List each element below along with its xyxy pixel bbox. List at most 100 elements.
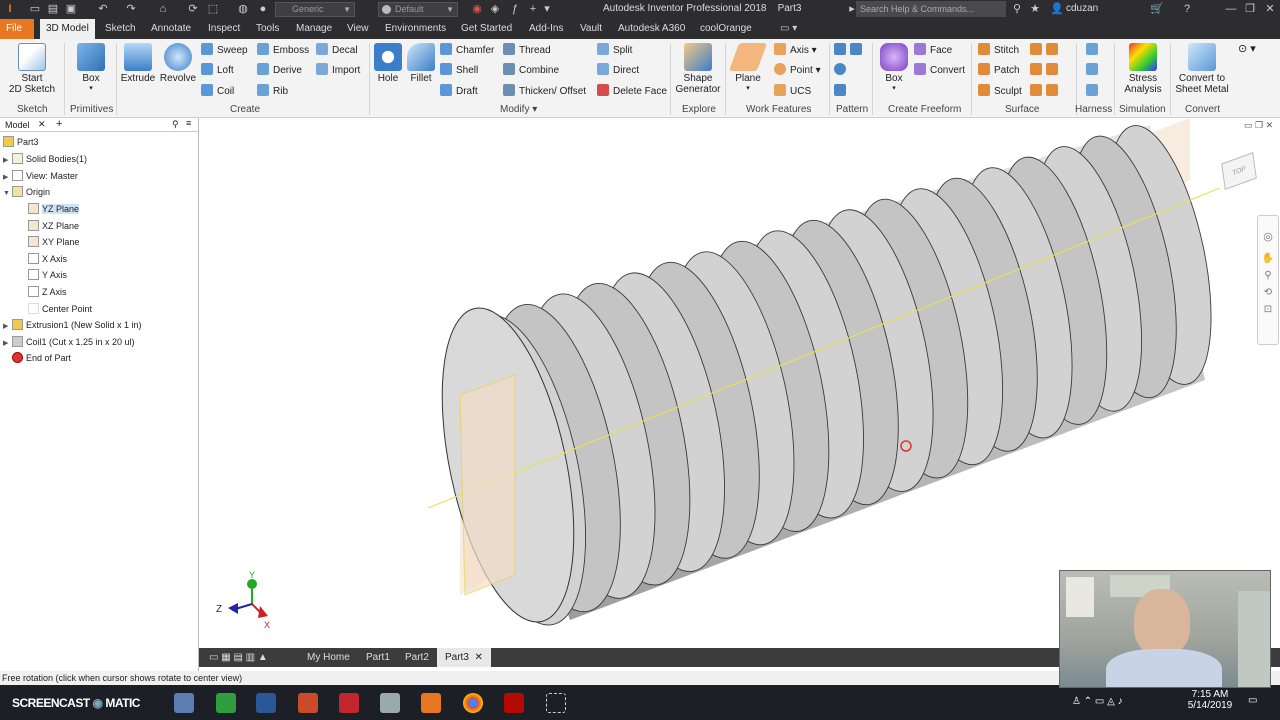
undo-icon[interactable]: ↶ <box>96 2 110 16</box>
open-icon[interactable]: ▤ <box>46 2 60 16</box>
ucs-button[interactable]: UCS <box>774 84 811 100</box>
save-icon[interactable]: ▣ <box>64 2 78 16</box>
appearance-icon[interactable]: ● <box>256 2 270 16</box>
direct-button[interactable]: Direct <box>597 63 639 79</box>
select-icon[interactable]: ⬚ <box>206 2 220 16</box>
tree-item-xy-plane[interactable]: XY Plane <box>28 234 79 250</box>
expand-arrow-icon[interactable]: ▶ <box>3 153 12 169</box>
surface-tools-button[interactable] <box>1030 43 1062 59</box>
close-icon[interactable]: ✕ <box>1263 2 1277 16</box>
taskbar-acrobat-icon[interactable] <box>504 693 524 713</box>
taskbar-snipping-icon[interactable] <box>546 693 566 713</box>
tile-layout-icon[interactable]: ▭ ▦ ▤ ▥ ▲ <box>201 648 276 667</box>
help-icon[interactable]: ? <box>1180 2 1194 16</box>
favorites-star-icon[interactable]: ★ <box>1028 2 1042 16</box>
stress-analysis-button[interactable]: Stress Analysis <box>1120 43 1166 95</box>
tab-3d-model[interactable]: 3D Model <box>40 19 95 39</box>
tree-item-yz-plane[interactable]: YZ Plane <box>28 201 80 217</box>
shell-button[interactable]: Shell <box>440 63 478 79</box>
fillet-button[interactable]: Fillet <box>405 43 437 84</box>
start-2d-sketch-button[interactable]: Start 2D Sketch <box>8 43 56 95</box>
tab-view[interactable]: View <box>341 19 375 39</box>
harness-3-button[interactable] <box>1086 84 1102 100</box>
orbit-icon[interactable]: ⟲ <box>1258 287 1278 298</box>
doc-tab-my-home[interactable]: My Home <box>299 648 358 667</box>
box-primitive-button[interactable]: Box ▾ <box>74 43 108 92</box>
rectangular-pattern-button[interactable] <box>834 43 866 59</box>
add-icon[interactable]: + <box>526 2 540 16</box>
plane-button[interactable]: Plane ▾ <box>728 43 768 92</box>
steering-wheel-icon[interactable]: ◎ <box>1258 230 1278 243</box>
taskbar-word-icon[interactable] <box>256 693 276 713</box>
rib-button[interactable]: Rib <box>257 84 288 100</box>
patch-button[interactable]: Patch <box>978 63 1020 79</box>
restore-icon[interactable]: ❐ <box>1243 2 1257 16</box>
tree-item-xz-plane[interactable]: XZ Plane <box>28 218 79 234</box>
surface-tools-3-button[interactable] <box>1030 84 1062 100</box>
taskbar-chrome-icon[interactable] <box>463 693 483 713</box>
look-at-icon[interactable]: ⊡ <box>1258 304 1278 315</box>
close-icon[interactable]: ✕ <box>474 652 482 663</box>
import-button[interactable]: Import <box>316 63 360 79</box>
browser-tab-model[interactable]: Model <box>5 120 30 130</box>
user-name[interactable]: cduzan <box>1066 3 1098 14</box>
freeform-box-button[interactable]: Box ▾ <box>878 43 910 92</box>
add-tab-icon[interactable]: + <box>56 118 62 130</box>
tree-item-solid-bodies[interactable]: ▶ Solid Bodies(1) <box>3 151 87 167</box>
expand-arrow-icon[interactable]: ▶ <box>3 319 12 335</box>
doc-tab-part1[interactable]: Part1 <box>358 648 398 667</box>
close-icon[interactable]: ✕ <box>38 119 46 130</box>
freeform-face-button[interactable]: Face <box>914 43 952 59</box>
tab-manage[interactable]: Manage <box>290 19 338 39</box>
home-icon[interactable]: ⌂ <box>156 2 170 16</box>
material-icon[interactable]: ◍ <box>236 2 250 16</box>
harness-2-button[interactable] <box>1086 63 1102 79</box>
panel-label-modify[interactable]: Modify ▾ <box>500 104 537 115</box>
tab-autodesk-a360[interactable]: Autodesk A360 <box>612 19 691 39</box>
shape-generator-button[interactable]: Shape Generator <box>674 43 722 95</box>
taskbar-powerpoint-icon[interactable] <box>298 693 318 713</box>
tab-get-started[interactable]: Get Started <box>455 19 518 39</box>
tree-item-x-axis[interactable]: X Axis <box>28 251 67 267</box>
taskbar-app-icon[interactable] <box>174 693 194 713</box>
taskbar-calculator-icon[interactable] <box>380 693 400 713</box>
update-icon[interactable]: ⟳ <box>186 2 200 16</box>
tray-icons[interactable]: ♙ ⌃ ▭ ◬ ♪ <box>1072 696 1123 707</box>
stitch-button[interactable]: Stitch <box>978 43 1019 59</box>
new-file-icon[interactable]: ▭ <box>28 2 42 16</box>
taskbar-skype-icon[interactable] <box>216 693 236 713</box>
appearance-dropdown[interactable]: Default ▼ <box>378 2 458 17</box>
point-button[interactable]: Point ▾ <box>774 63 821 79</box>
work-plane-front[interactable] <box>459 374 516 596</box>
draft-button[interactable]: Draft <box>440 84 478 100</box>
thicken-offset-button[interactable]: Thicken/ Offset <box>503 84 586 100</box>
tree-item-view-master[interactable]: ▶ View: Master <box>3 168 78 184</box>
menu-icon[interactable]: ≡ <box>186 118 191 128</box>
inventor-logo-icon[interactable]: I <box>3 2 17 16</box>
doc-tab-part2[interactable]: Part2 <box>397 648 437 667</box>
decal-button[interactable]: Decal <box>316 43 358 59</box>
view-cube-face[interactable]: TOP <box>1221 152 1257 190</box>
help-search-input[interactable]: Search Help & Commands... <box>856 1 1006 17</box>
tab-sketch[interactable]: Sketch <box>99 19 142 39</box>
circular-pattern-button[interactable] <box>834 63 850 79</box>
axis-button[interactable]: Axis ▾ <box>774 43 817 59</box>
tree-item-coil1[interactable]: ▶ Coil1 (Cut x 1.25 in x 20 ul) <box>3 334 135 350</box>
fx-icon[interactable]: ƒ <box>508 2 522 16</box>
convert-sheet-metal-button[interactable]: Convert to Sheet Metal <box>1174 43 1230 95</box>
search-binoculars-icon[interactable]: ⚲ <box>1010 2 1024 16</box>
adjust-icon[interactable]: ◈ <box>488 2 502 16</box>
combine-button[interactable]: Combine <box>503 63 559 79</box>
tab-file[interactable]: File <box>0 19 34 39</box>
tree-item-part[interactable]: Part3 <box>3 134 39 150</box>
tab-tools[interactable]: Tools <box>250 19 285 39</box>
doc-tab-part3[interactable]: Part3 ✕ <box>437 648 491 667</box>
tab-add-ins[interactable]: Add-Ins <box>523 19 569 39</box>
tab-environments[interactable]: Environments <box>379 19 452 39</box>
redo-icon[interactable]: ↷ <box>124 2 138 16</box>
revolve-button[interactable]: Revolve <box>159 43 197 84</box>
emboss-button[interactable]: Emboss <box>257 43 309 59</box>
derive-button[interactable]: Derive <box>257 63 302 79</box>
tree-item-end-of-part[interactable]: End of Part <box>3 350 71 366</box>
clear-override-icon[interactable]: ◉ <box>470 2 484 16</box>
